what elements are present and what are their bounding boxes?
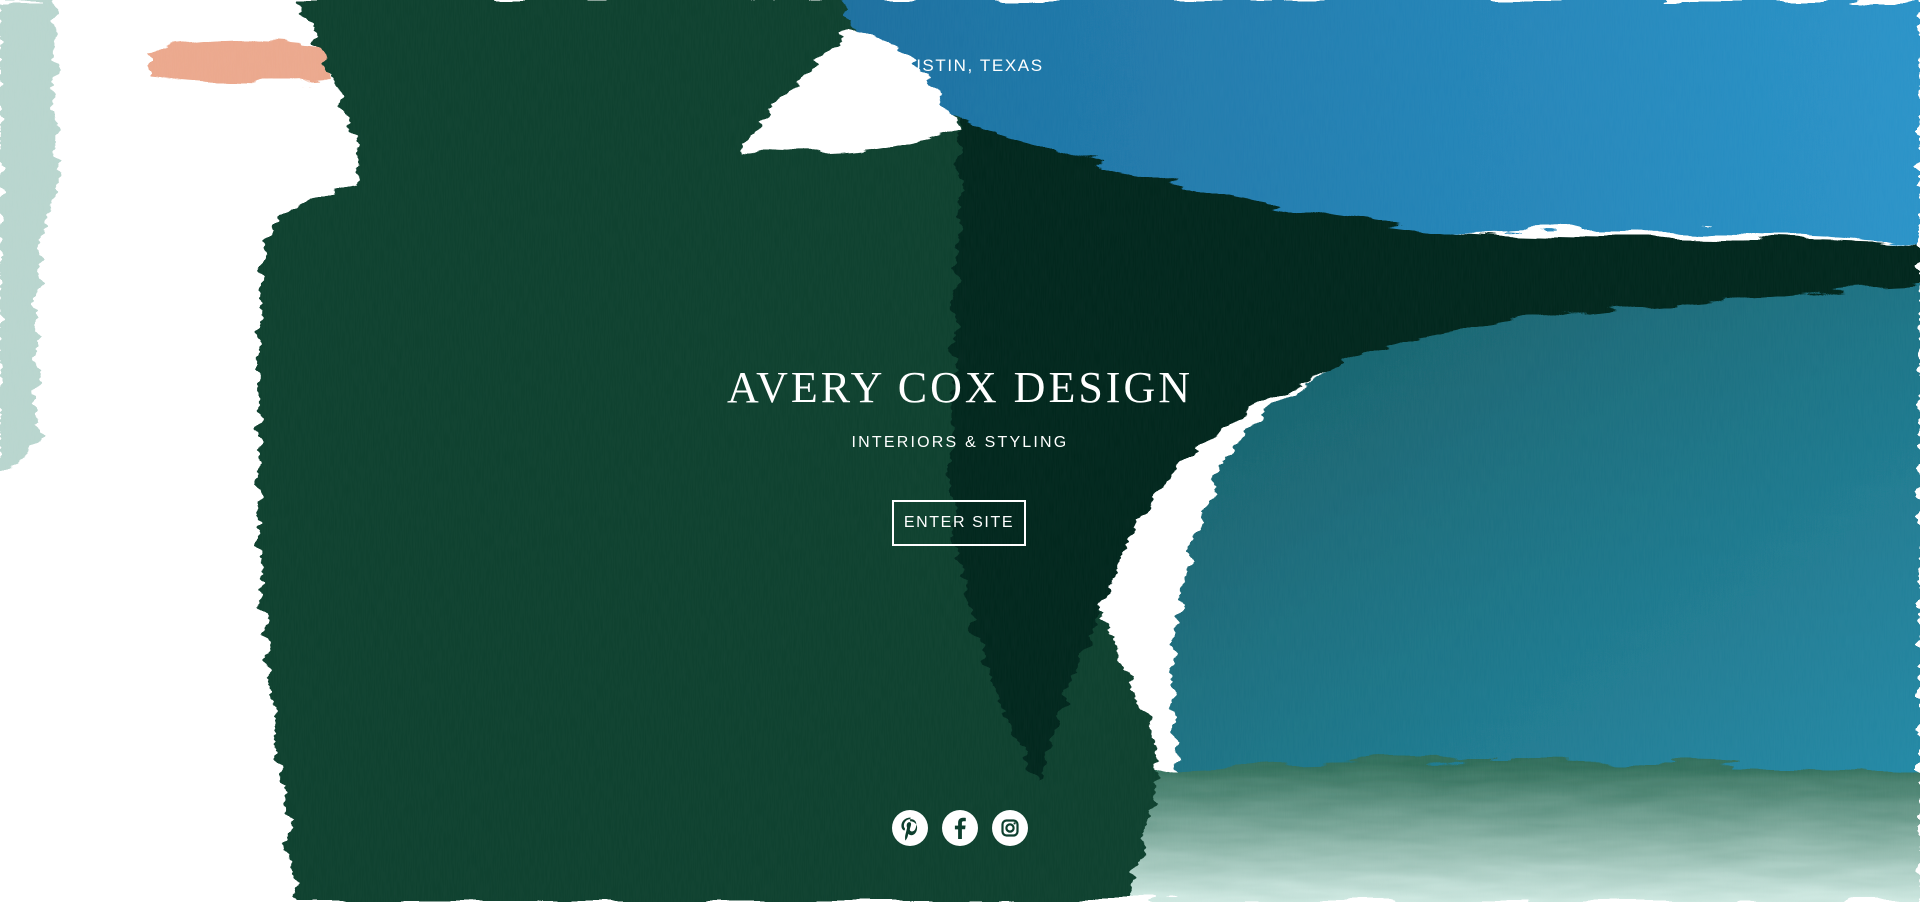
facebook-icon bbox=[942, 810, 978, 846]
brand-title: AVERY COX DESIGN bbox=[726, 363, 1194, 412]
instagram-icon bbox=[992, 810, 1028, 846]
instagram-link[interactable] bbox=[991, 809, 1029, 847]
pinterest-icon bbox=[892, 810, 928, 846]
landing-page: N AUSTIN, TEXAS AVERY COX DESIGN INTERIO… bbox=[0, 0, 1920, 902]
social-links bbox=[0, 809, 1920, 847]
pinterest-link[interactable] bbox=[891, 809, 929, 847]
location-text: N AUSTIN, TEXAS bbox=[876, 56, 1044, 75]
brand-tagline: INTERIORS & STYLING bbox=[851, 434, 1069, 451]
facebook-link[interactable] bbox=[941, 809, 979, 847]
enter-site-button[interactable]: ENTER SITE bbox=[892, 500, 1026, 546]
